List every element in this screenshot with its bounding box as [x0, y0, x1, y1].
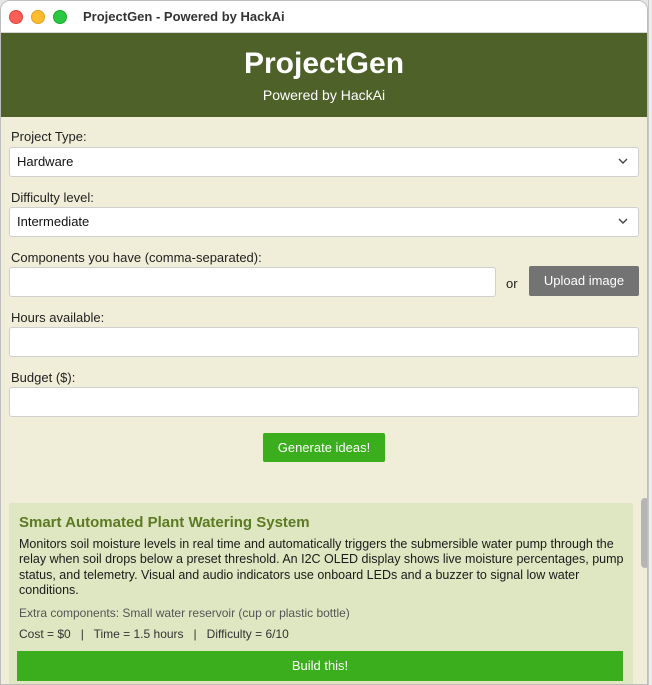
idea-extra-components: Extra components: Small water reservoir … — [19, 606, 350, 620]
budget-label: Budget ($): — [11, 370, 76, 385]
upload-image-button[interactable]: Upload image — [529, 266, 639, 296]
components-label: Components you have (comma-separated): — [11, 250, 262, 265]
chevron-down-icon — [618, 218, 628, 224]
minimize-window-button[interactable] — [31, 10, 45, 24]
components-input[interactable] — [9, 267, 496, 297]
background-window-edge — [648, 0, 652, 685]
app-name: ProjectGen — [243, 47, 405, 80]
chevron-down-icon — [618, 158, 628, 164]
budget-input[interactable] — [9, 387, 639, 417]
hours-label: Hours available: — [11, 310, 105, 325]
title-bar: ProjectGen - Powered by HackAi — [1, 1, 647, 33]
idea-meta: Cost = $0 | Time = 1.5 hours | Difficult… — [19, 627, 289, 641]
idea-title: Smart Automated Plant Watering System — [19, 514, 310, 531]
app-subtitle: Powered by HackAi — [262, 87, 386, 103]
app-header: ProjectGen Powered by HackAi — [1, 33, 647, 117]
difficulty-label: Difficulty level: — [11, 190, 94, 205]
project-idea-card: Smart Automated Plant Watering System Mo… — [9, 503, 633, 684]
build-this-button[interactable]: Build this! — [17, 651, 623, 681]
maximize-window-button[interactable] — [53, 10, 67, 24]
generate-ideas-button[interactable]: Generate ideas! — [263, 433, 385, 462]
project-type-label: Project Type: — [11, 129, 87, 144]
scrollbar-thumb[interactable] — [641, 498, 647, 568]
close-window-button[interactable] — [9, 10, 23, 24]
difficulty-value: Intermediate — [17, 214, 90, 229]
project-type-value: Hardware — [17, 154, 74, 169]
app-window: ProjectGen - Powered by HackAi ProjectGe… — [0, 0, 648, 685]
idea-description: Monitors soil moisture levels in real ti… — [19, 537, 624, 597]
project-type-select[interactable]: Hardware — [9, 147, 639, 177]
difficulty-select[interactable]: Intermediate — [9, 207, 639, 237]
or-text: or — [506, 276, 518, 291]
window-title: ProjectGen - Powered by HackAi — [83, 9, 285, 24]
project-form: Project Type: Hardware Difficulty level:… — [1, 117, 647, 503]
hours-input[interactable] — [9, 327, 639, 357]
